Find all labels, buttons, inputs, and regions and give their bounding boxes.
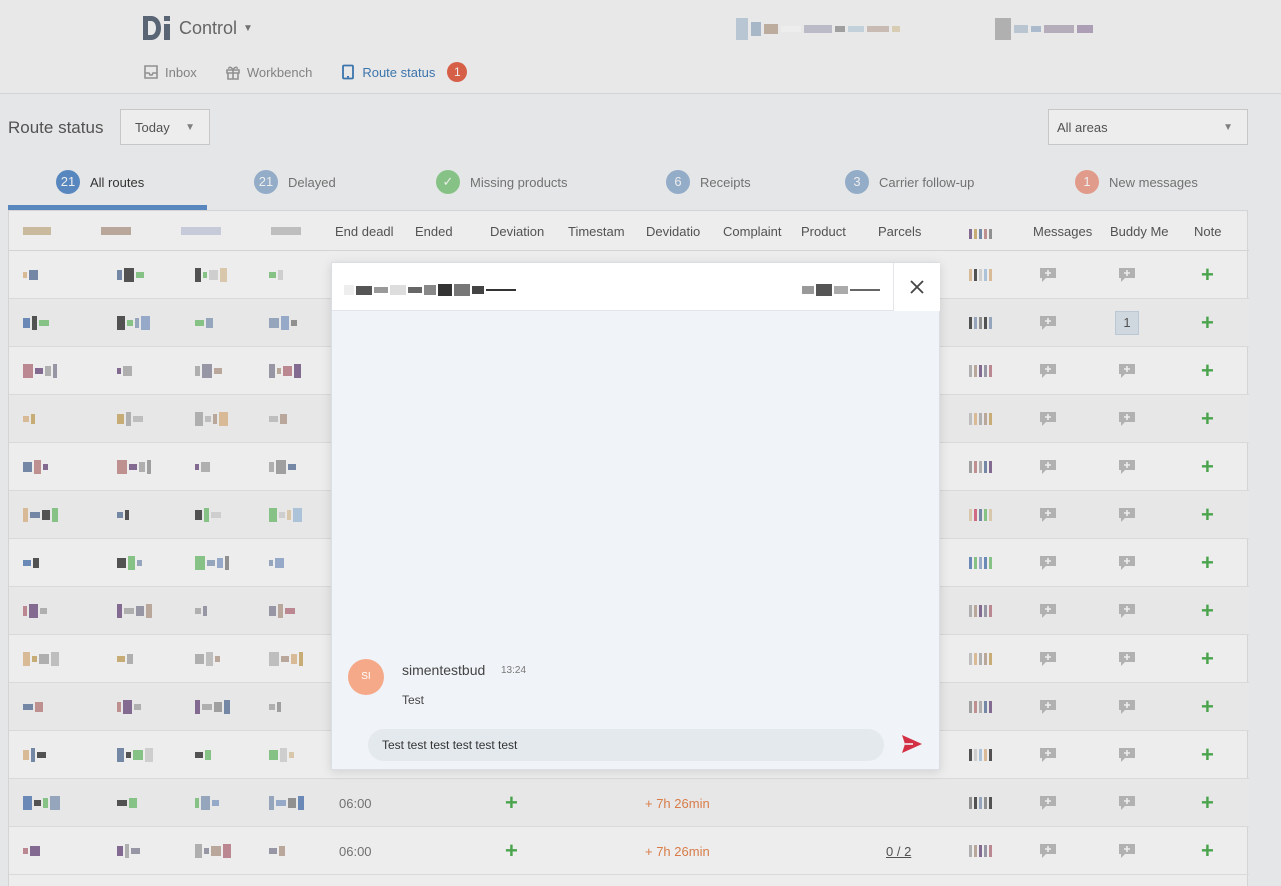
message-author: simentestbud [402,662,486,678]
close-button[interactable] [893,263,940,311]
message-input[interactable] [368,729,884,761]
avatar: SI [348,659,384,695]
close-icon [910,280,924,294]
message-time: 13:24 [501,665,527,676]
message-text: Test [402,693,425,707]
blurred-chat-title [344,284,516,296]
send-icon[interactable] [901,733,923,755]
blurred-chat-subtitle [802,284,880,296]
chat-dialog-header [332,263,893,311]
chat-dialog: SI simentestbud 13:24 Test [331,262,940,770]
